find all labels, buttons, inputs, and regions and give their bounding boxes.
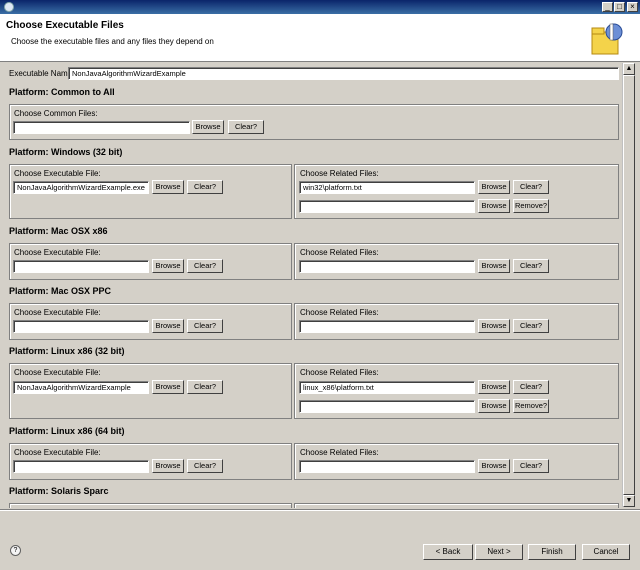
linux64-exec-input[interactable]: [13, 460, 149, 473]
scroll-down-icon[interactable]: ▼: [623, 495, 635, 507]
platform-solaris-heading: Platform: Solaris Sparc: [9, 486, 109, 496]
win32-related-input-1[interactable]: win32\platform.txt: [299, 181, 475, 194]
linux32-exec-browse-button[interactable]: Browse: [152, 380, 184, 394]
win32-related-remove-button[interactable]: Remove?: [513, 199, 549, 213]
linux64-related-input[interactable]: [299, 460, 475, 473]
linux32-exec-label: Choose Executable File:: [14, 368, 101, 377]
linux32-related-remove-button[interactable]: Remove?: [513, 399, 549, 413]
platform-macppc-heading: Platform: Mac OSX PPC: [9, 286, 112, 296]
macppc-related-clear-button[interactable]: Clear?: [513, 319, 549, 333]
minimize-button[interactable]: _: [602, 2, 613, 12]
win32-exec-input[interactable]: NonJavaAlgorithmWizardExample.exe: [13, 181, 149, 194]
next-button[interactable]: Next >: [475, 544, 523, 560]
solaris-related-group: [294, 503, 619, 508]
window-title-bar[interactable]: _ □ ×: [0, 0, 640, 14]
macx86-exec-browse-button[interactable]: Browse: [152, 259, 184, 273]
scroll-up-icon[interactable]: ▲: [623, 63, 635, 75]
linux32-related-browse-button-1[interactable]: Browse: [478, 380, 510, 394]
macx86-exec-label: Choose Executable File:: [14, 248, 101, 257]
win32-related-label: Choose Related Files:: [300, 169, 379, 178]
macx86-related-browse-button[interactable]: Browse: [478, 259, 510, 273]
platform-linux32-heading: Platform: Linux x86 (32 bit): [9, 346, 125, 356]
linux32-related-input-1[interactable]: linux_x86\platform.txt: [299, 381, 475, 394]
linux64-exec-browse-button[interactable]: Browse: [152, 459, 184, 473]
linux32-exec-input[interactable]: NonJavaAlgorithmWizardExample: [13, 381, 149, 394]
page-title: Choose Executable Files: [6, 20, 124, 31]
win32-related-browse-button-1[interactable]: Browse: [478, 180, 510, 194]
close-button[interactable]: ×: [627, 2, 638, 12]
footer-separator: [0, 509, 640, 511]
win32-related-browse-button-2[interactable]: Browse: [478, 199, 510, 213]
macx86-related-label: Choose Related Files:: [300, 248, 379, 257]
back-button[interactable]: < Back: [423, 544, 473, 560]
win32-exec-label: Choose Executable File:: [14, 169, 101, 178]
linux32-exec-clear-button[interactable]: Clear?: [187, 380, 223, 394]
linux32-related-clear-button[interactable]: Clear?: [513, 380, 549, 394]
macx86-related-input[interactable]: [299, 260, 475, 273]
common-clear-button[interactable]: Clear?: [228, 120, 264, 134]
linux64-exec-clear-button[interactable]: Clear?: [187, 459, 223, 473]
wizard-header: Choose Executable Files Choose the execu…: [0, 14, 640, 62]
linux64-related-browse-button[interactable]: Browse: [478, 459, 510, 473]
wizard-banner-icon: [591, 23, 623, 55]
macppc-related-input[interactable]: [299, 320, 475, 333]
vertical-scrollbar[interactable]: ▲ ▼: [622, 63, 635, 507]
common-files-label: Choose Common Files:: [14, 109, 98, 118]
maximize-button[interactable]: □: [614, 2, 625, 12]
win32-related-input-2[interactable]: [299, 200, 475, 213]
macx86-exec-input[interactable]: [13, 260, 149, 273]
page-subtitle: Choose the executable files and any file…: [11, 37, 214, 46]
macppc-exec-input[interactable]: [13, 320, 149, 333]
macppc-exec-clear-button[interactable]: Clear?: [187, 319, 223, 333]
executable-name-label: Executable Name: [9, 69, 73, 78]
linux64-related-clear-button[interactable]: Clear?: [513, 459, 549, 473]
linux64-exec-label: Choose Executable File:: [14, 448, 101, 457]
common-files-input[interactable]: [13, 121, 190, 134]
executable-name-input[interactable]: NonJavaAlgorithmWizardExample: [68, 67, 619, 80]
linux64-related-label: Choose Related Files:: [300, 448, 379, 457]
macppc-exec-label: Choose Executable File:: [14, 308, 101, 317]
macx86-related-clear-button[interactable]: Clear?: [513, 259, 549, 273]
linux32-related-input-2[interactable]: [299, 400, 475, 413]
linux32-related-label: Choose Related Files:: [300, 368, 379, 377]
eclipse-app-icon: [4, 2, 14, 12]
win32-exec-browse-button[interactable]: Browse: [152, 180, 184, 194]
win32-related-clear-button[interactable]: Clear?: [513, 180, 549, 194]
platform-macx86-heading: Platform: Mac OSX x86: [9, 226, 108, 236]
macppc-related-label: Choose Related Files:: [300, 308, 379, 317]
platform-win32-heading: Platform: Windows (32 bit): [9, 147, 123, 157]
finish-button[interactable]: Finish: [528, 544, 576, 560]
macppc-exec-browse-button[interactable]: Browse: [152, 319, 184, 333]
platform-linux64-heading: Platform: Linux x86 (64 bit): [9, 426, 125, 436]
common-browse-button[interactable]: Browse: [192, 120, 224, 134]
macx86-exec-clear-button[interactable]: Clear?: [187, 259, 223, 273]
cancel-button[interactable]: Cancel: [582, 544, 630, 560]
platform-common-heading: Platform: Common to All: [9, 87, 115, 97]
scroll-thumb[interactable]: [623, 75, 635, 495]
win32-exec-clear-button[interactable]: Clear?: [187, 180, 223, 194]
linux32-related-browse-button-2[interactable]: Browse: [478, 399, 510, 413]
help-icon[interactable]: ?: [10, 545, 21, 556]
solaris-exec-group: [9, 503, 292, 508]
macppc-related-browse-button[interactable]: Browse: [478, 319, 510, 333]
